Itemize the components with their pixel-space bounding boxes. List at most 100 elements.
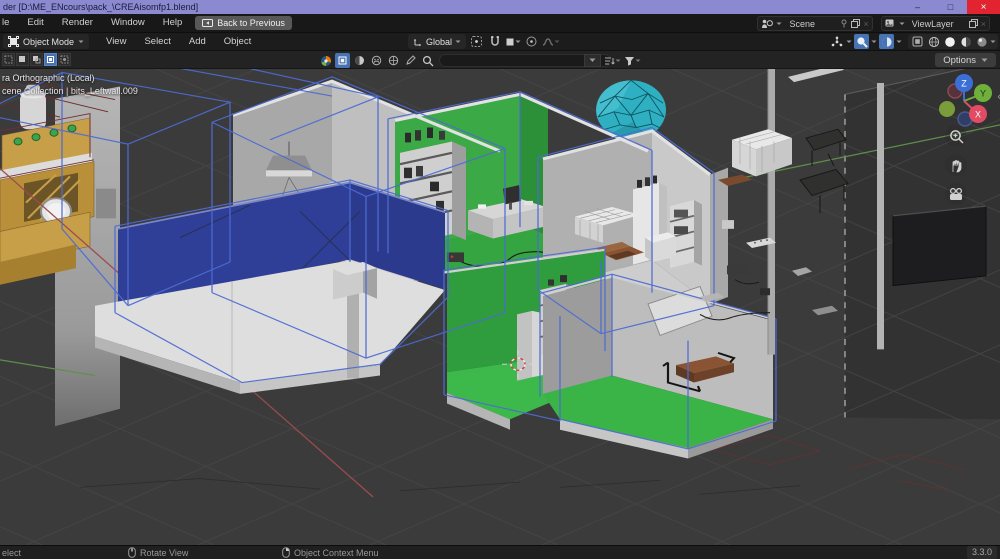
duplicate-icon[interactable] <box>969 19 978 28</box>
orientation-label: Global <box>426 37 452 47</box>
maximize-button[interactable]: □ <box>934 0 967 14</box>
viewlayer-name: ViewLayer <box>908 19 966 29</box>
wireframe-sphere-icon <box>928 36 940 48</box>
select-mode-intersect[interactable] <box>58 53 71 66</box>
magnifier-icon <box>422 55 434 67</box>
chevron-down-icon <box>455 40 461 44</box>
camera-icon <box>948 188 964 201</box>
geodesic-dome[interactable] <box>596 80 666 139</box>
scene-icon <box>761 19 773 29</box>
shading-mode-group <box>908 34 998 49</box>
monitor-back-icon <box>202 19 213 28</box>
axis-z-label: Z <box>961 79 967 89</box>
annotate-brush-button[interactable] <box>403 53 418 68</box>
menu-view[interactable]: View <box>97 36 135 47</box>
ceiling-lamp <box>266 155 312 170</box>
select-mode-new[interactable] <box>16 53 29 66</box>
menu-edit[interactable]: Edit <box>18 14 52 32</box>
close-button[interactable]: × <box>967 0 1000 14</box>
menu-object[interactable]: Object <box>215 36 260 47</box>
viewport-3d[interactable]: ra Orthographic (Local) cene Collection … <box>0 69 1000 545</box>
scene-selector[interactable]: Scene × <box>757 16 872 31</box>
floor-boxes <box>645 232 676 262</box>
menu-help[interactable]: Help <box>154 14 192 32</box>
globe-icon <box>388 55 399 66</box>
gizmo-toggle-icon <box>831 36 843 48</box>
show-overlays-toggle[interactable] <box>854 34 869 49</box>
camera-view-button[interactable] <box>945 183 967 205</box>
menu-select[interactable]: Select <box>135 36 179 47</box>
x-icon: × <box>863 19 868 29</box>
xray-box-icon <box>912 36 923 47</box>
back-to-previous-button[interactable]: Back to Previous <box>195 16 292 30</box>
search-button[interactable] <box>420 53 435 68</box>
chevron-down-icon[interactable] <box>990 40 996 44</box>
chevron-down-icon <box>776 22 782 26</box>
snap-target-selector[interactable] <box>505 34 521 49</box>
transform-orientation-selector[interactable]: Global <box>408 34 466 49</box>
filter-button[interactable] <box>624 53 641 68</box>
viewport-canvas[interactable] <box>0 69 1000 545</box>
proportional-editing-toggle[interactable] <box>524 34 539 49</box>
chevron-down-icon[interactable] <box>871 40 877 44</box>
xray-toggle[interactable] <box>879 34 894 49</box>
shading-rendered-button[interactable] <box>974 34 989 49</box>
floor-device <box>447 252 464 262</box>
brush-icon <box>405 55 416 66</box>
minimize-button[interactable]: – <box>901 0 934 14</box>
pole-right <box>877 83 884 349</box>
sort-options-button[interactable] <box>604 53 621 68</box>
axis-y-label: Y <box>980 89 986 99</box>
statusbar: elect Rotate View Object Context Menu 3.… <box>0 545 1000 559</box>
orientation-icon <box>413 37 423 47</box>
axis-neg-y[interactable] <box>939 101 955 117</box>
zoom-button[interactable] <box>945 125 967 147</box>
chevron-down-icon <box>554 40 560 44</box>
chevron-down-icon[interactable] <box>896 40 902 44</box>
holdout-button[interactable] <box>369 53 384 68</box>
mode-label: Object Mode <box>23 37 74 47</box>
pin-icon[interactable] <box>840 19 848 28</box>
object-mode-icon <box>8 36 19 47</box>
mask-icon <box>371 55 382 66</box>
menu-file[interactable]: le <box>0 14 18 32</box>
menu-window[interactable]: Window <box>102 14 154 32</box>
show-gizmo-toggle[interactable] <box>829 34 844 49</box>
chevron-down-icon[interactable] <box>846 40 852 44</box>
xray-icon <box>881 36 893 48</box>
falloff-selector[interactable] <box>542 34 560 49</box>
status-select-hint: elect <box>0 548 21 558</box>
indirect-only-button[interactable] <box>386 53 401 68</box>
scene-stats-button[interactable] <box>352 53 367 68</box>
select-mode-subtract[interactable] <box>44 53 57 66</box>
shading-wireframe-button[interactable] <box>926 34 941 49</box>
tv-screen <box>893 206 986 285</box>
viewlayer-selector[interactable]: ViewLayer × <box>881 16 990 31</box>
falloff-curve-icon <box>542 37 554 47</box>
display-mode-button[interactable] <box>335 53 350 68</box>
solid-sphere-icon <box>944 36 956 48</box>
mode-selector[interactable]: Object Mode <box>3 34 89 49</box>
duplicate-icon[interactable] <box>851 19 860 28</box>
toggle-xray-button[interactable] <box>910 34 925 49</box>
options-button[interactable]: Options <box>935 53 996 67</box>
pole-left <box>768 69 775 355</box>
rendered-sphere-icon <box>976 36 988 48</box>
snap-increment-icon <box>505 37 515 47</box>
tool-settings-row: Options <box>0 51 1000 69</box>
pan-button[interactable] <box>945 154 967 176</box>
pivot-point-selector[interactable] <box>469 34 484 49</box>
select-mode-tweak[interactable] <box>2 53 15 66</box>
menu-add[interactable]: Add <box>180 36 215 47</box>
axis-x-label: X <box>975 110 981 120</box>
menu-render[interactable]: Render <box>53 14 102 32</box>
chevron-down-icon <box>515 40 521 44</box>
shading-material-button[interactable] <box>958 34 973 49</box>
window-title: der [D:\ME_ENcours\pack_\CREAisomfp1.ble… <box>0 2 198 12</box>
titlebar[interactable]: der [D:\ME_ENcours\pack_\CREAisomfp1.ble… <box>0 0 1000 14</box>
collapse-menu-button[interactable] <box>584 54 601 67</box>
select-mode-extend[interactable] <box>30 53 43 66</box>
shading-solid-button[interactable] <box>942 34 957 49</box>
blender-window: der [D:\ME_ENcours\pack_\CREAisomfp1.ble… <box>0 0 1000 559</box>
snap-toggle[interactable] <box>487 34 502 49</box>
